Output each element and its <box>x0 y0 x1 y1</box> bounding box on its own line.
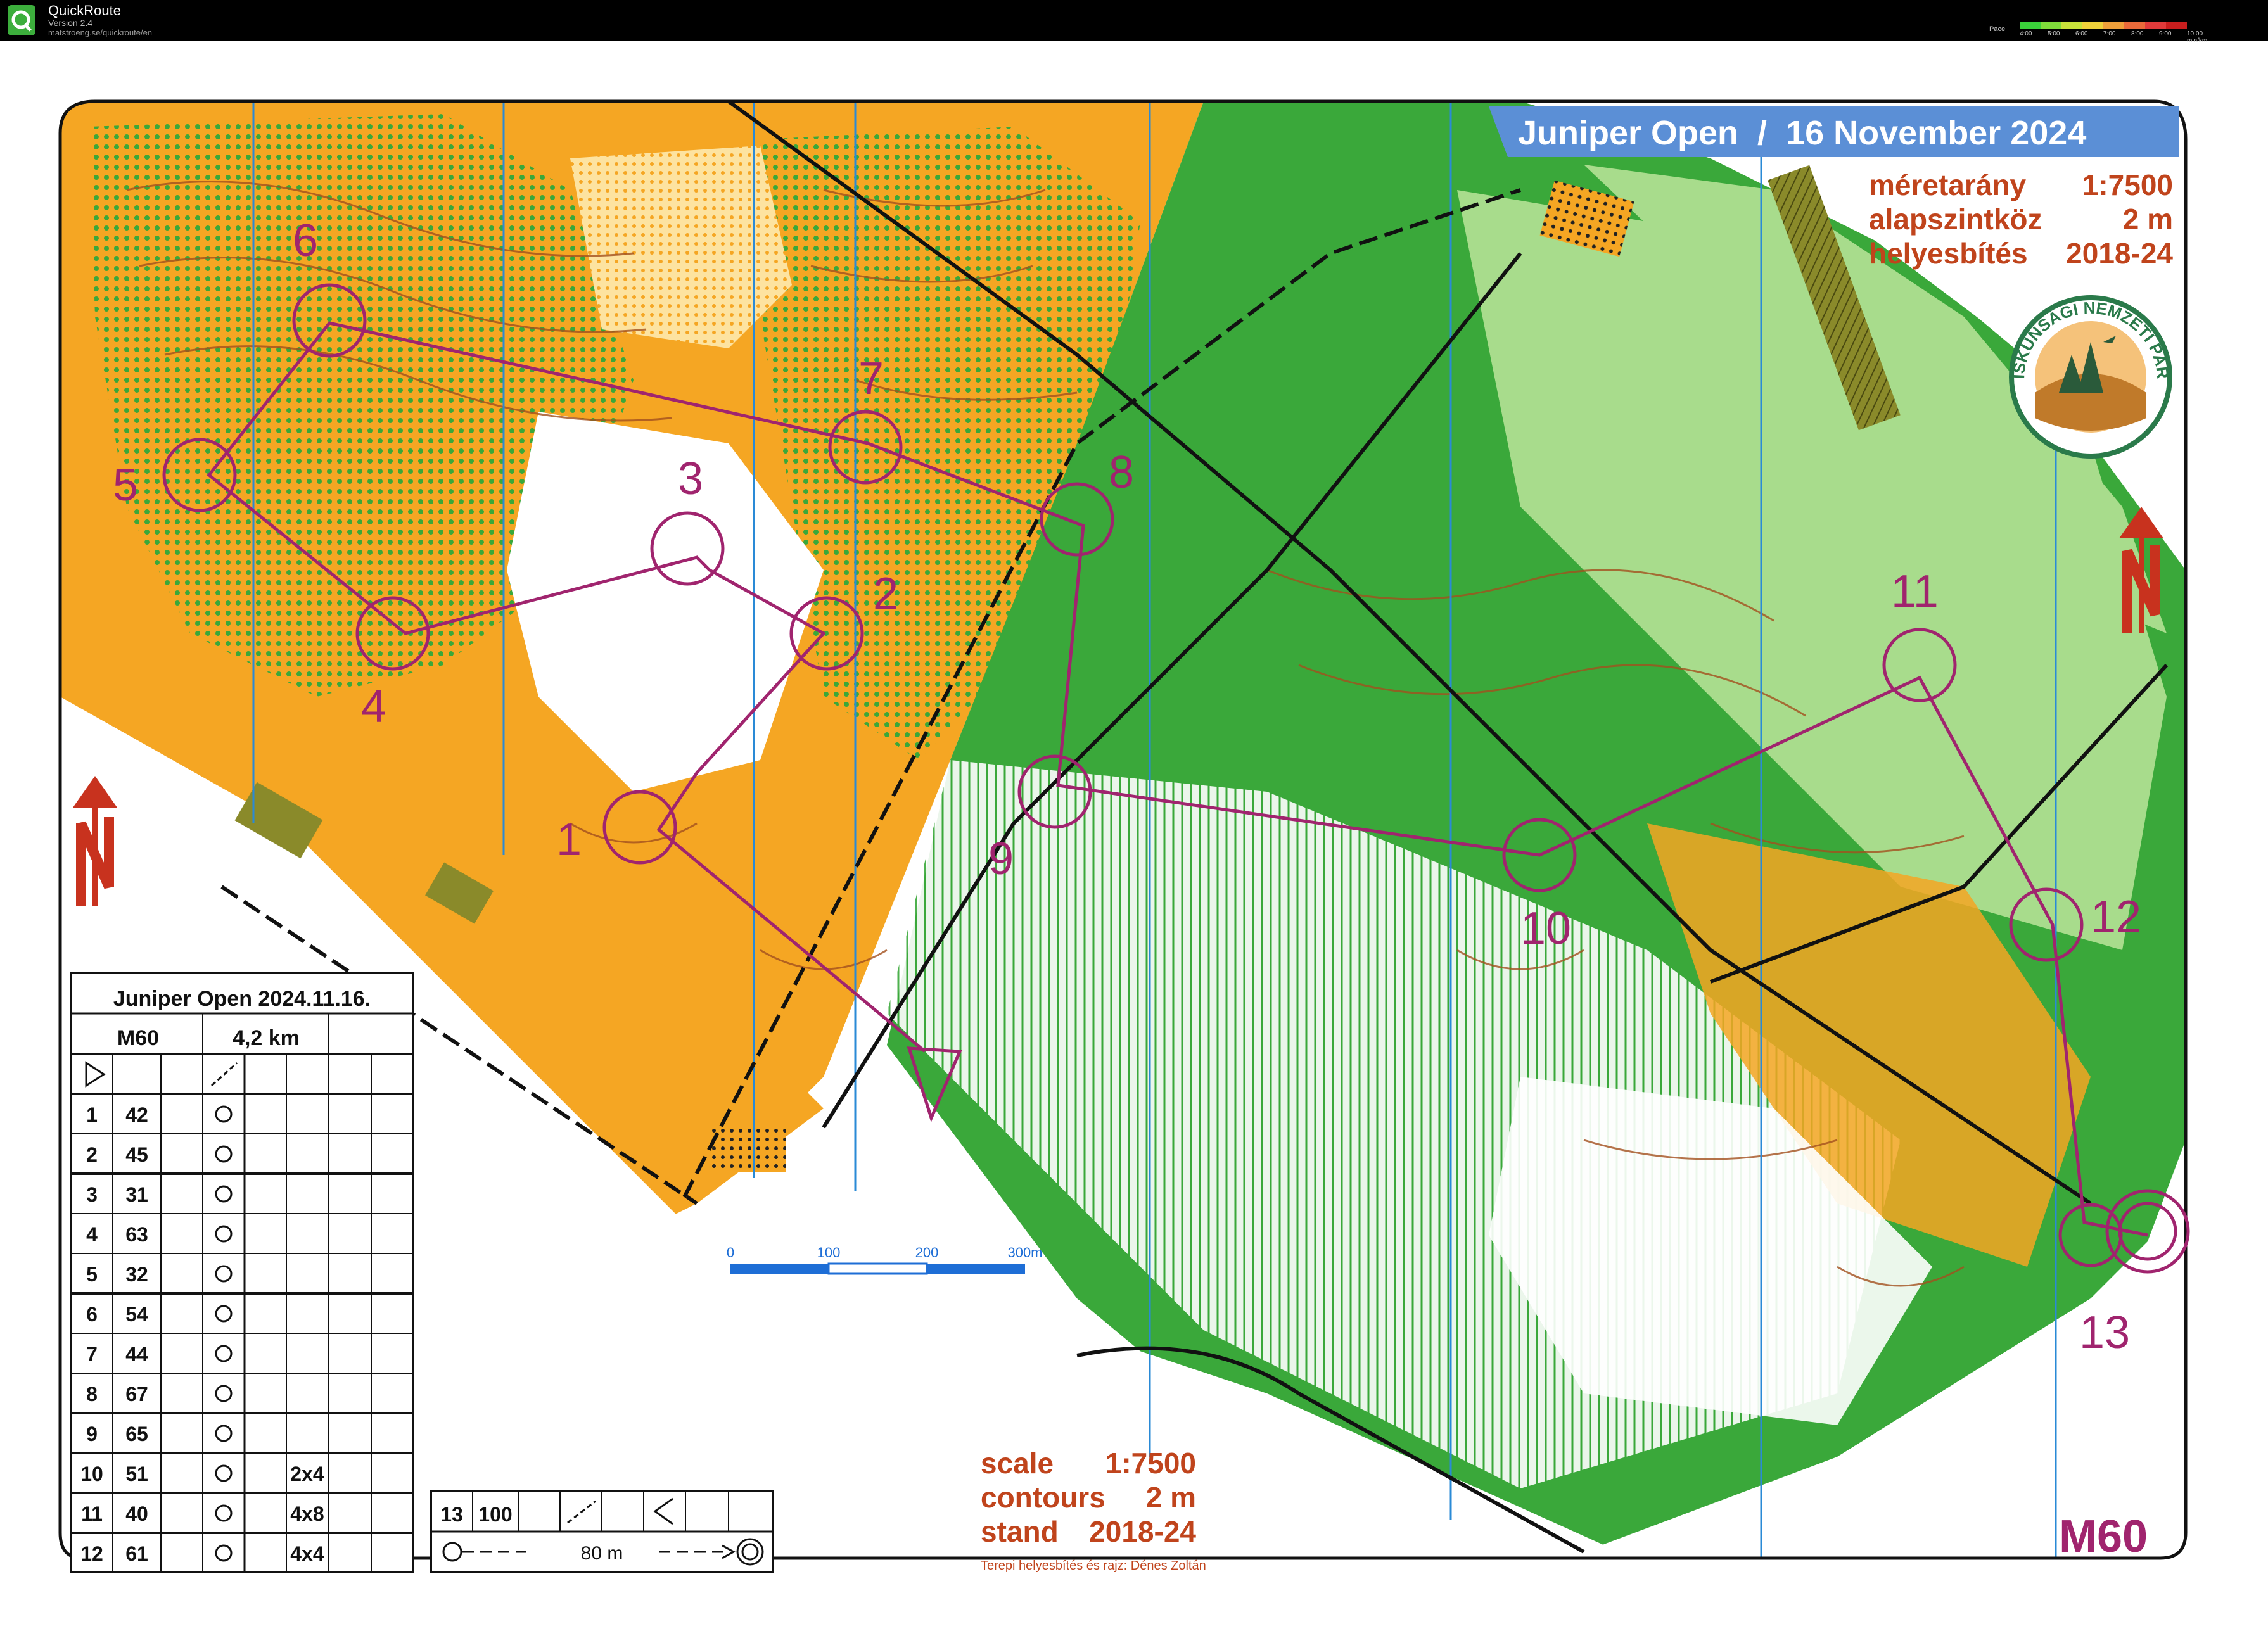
orienteering-map[interactable]: 1 2 3 4 5 6 7 8 9 10 11 12 13 Juniper Op… <box>0 41 2268 1631</box>
desc-row-code: 63 <box>125 1223 148 1246</box>
pace-label: Pace <box>1989 25 2006 33</box>
map-credit: Terepi helyesbítés és rajz: Dénes Zoltán <box>981 1559 1206 1573</box>
info-hu-label-2: alapszintköz <box>1869 203 2042 236</box>
desc-row-number: 8 <box>86 1383 98 1406</box>
desc-row-code: 32 <box>125 1263 148 1286</box>
control-number-2: 2 <box>873 569 898 619</box>
control-number-3: 3 <box>678 454 703 504</box>
info-en-label-1: scale <box>981 1447 1054 1480</box>
pace-tick: 9:00 <box>2159 30 2172 37</box>
map-info-hungarian: méretarány 1:7500 alapszintköz 2 m helye… <box>1869 168 2173 270</box>
desc-row-code: 65 <box>125 1423 148 1445</box>
desc-row-number: 4 <box>86 1223 98 1246</box>
info-hu-value-1: 1:7500 <box>2082 168 2173 201</box>
desc-row-dimension: 2x4 <box>290 1463 324 1485</box>
desc-row-dimension: 4x4 <box>290 1542 324 1565</box>
info-en-value-1: 1:7500 <box>1105 1447 1196 1480</box>
info-en-value-3: 2018-24 <box>1089 1515 1196 1548</box>
scalebar-tick-300: 300m <box>1007 1245 1042 1260</box>
desc-row-code: 40 <box>125 1502 148 1525</box>
info-en-value-2: 2 m <box>1146 1481 1196 1514</box>
finish-num: 13 <box>440 1503 463 1526</box>
desc-class: M60 <box>117 1026 159 1050</box>
terrain-light-yellow <box>570 146 792 348</box>
info-hu-value-3: 2018-24 <box>2066 237 2173 270</box>
quickroute-logo-icon <box>8 5 35 35</box>
control-description-sheet: Juniper Open 2024.11.16. M60 4,2 km 1 422… <box>70 972 414 1573</box>
desc-row-code: 31 <box>125 1183 148 1206</box>
desc-row-number: 2 <box>86 1143 98 1166</box>
info-en-label-3: stand <box>981 1515 1059 1548</box>
control-number-6: 6 <box>293 215 318 266</box>
app-name: QuickRoute <box>48 3 121 18</box>
control-number-7: 7 <box>858 353 884 404</box>
dotted-area-s <box>710 1127 786 1172</box>
finish-description: 13 100 80 m <box>430 1490 774 1573</box>
desc-row-code: 67 <box>125 1383 148 1406</box>
pace-tick: 6:00 <box>2075 30 2088 37</box>
desc-row-number: 11 <box>81 1502 103 1525</box>
desc-row-code: 42 <box>125 1103 148 1126</box>
desc-row-code: 51 <box>125 1463 148 1485</box>
finish-distance: 80 m <box>581 1543 623 1564</box>
control-number-13: 13 <box>2079 1307 2130 1358</box>
desc-row-number: 6 <box>86 1303 98 1326</box>
control-number-12: 12 <box>2091 892 2141 942</box>
map-title-banner: Juniper Open / 16 November 2024 <box>1489 106 2179 157</box>
desc-row-code: 45 <box>125 1143 148 1166</box>
map-title: Juniper Open / 16 November 2024 <box>1518 114 2086 152</box>
scalebar-tick-0: 0 <box>727 1245 734 1260</box>
app-url: matstroeng.se/quickroute/en <box>48 28 153 37</box>
control-number-11: 11 <box>1891 566 1939 617</box>
desc-row-code: 44 <box>125 1343 148 1366</box>
control-number-5: 5 <box>113 460 138 511</box>
desc-row-number: 7 <box>86 1343 98 1366</box>
scalebar-tick-200: 200 <box>915 1245 939 1260</box>
finish-code: 100 <box>478 1503 512 1526</box>
desc-row-number: 5 <box>86 1263 98 1286</box>
control-number-4: 4 <box>361 682 386 732</box>
info-en-label-2: contours <box>981 1481 1105 1514</box>
control-number-9: 9 <box>988 834 1014 884</box>
desc-row-number: 10 <box>80 1463 103 1485</box>
desc-row-dimension: 4x8 <box>290 1502 324 1525</box>
app-title-bar: QuickRoute Version 2.4 matstroeng.se/qui… <box>0 0 2268 44</box>
desc-row-number: 1 <box>86 1103 98 1126</box>
desc-row-code: 61 <box>125 1542 148 1565</box>
app-version: Version 2.4 <box>48 18 93 28</box>
pace-tick: 4:00 <box>2020 30 2032 37</box>
info-hu-label-1: méretarány <box>1869 168 2026 201</box>
desc-row-number: 3 <box>86 1183 98 1206</box>
control-number-1: 1 <box>556 815 582 865</box>
control-number-8: 8 <box>1109 447 1134 498</box>
desc-row-number: 9 <box>86 1423 98 1445</box>
control-number-10: 10 <box>1520 903 1571 954</box>
pace-tick: 7:00 <box>2103 30 2116 37</box>
pace-tick: 5:00 <box>2048 30 2060 37</box>
pace-tick-labels: 4:00 5:00 6:00 7:00 8:00 9:00 10:00 min/km <box>2020 25 2210 44</box>
desc-length: 4,2 km <box>233 1026 300 1050</box>
desc-event-name: Juniper Open 2024.11.16. <box>113 987 371 1011</box>
desc-row-code: 54 <box>125 1303 148 1326</box>
info-hu-label-3: helyesbítés <box>1869 237 2028 270</box>
pace-tick: 8:00 <box>2131 30 2144 37</box>
scalebar-tick-100: 100 <box>817 1245 841 1260</box>
info-hu-value-2: 2 m <box>2123 203 2173 236</box>
desc-row-number: 12 <box>80 1542 103 1565</box>
category-label: M60 <box>2059 1511 2148 1562</box>
